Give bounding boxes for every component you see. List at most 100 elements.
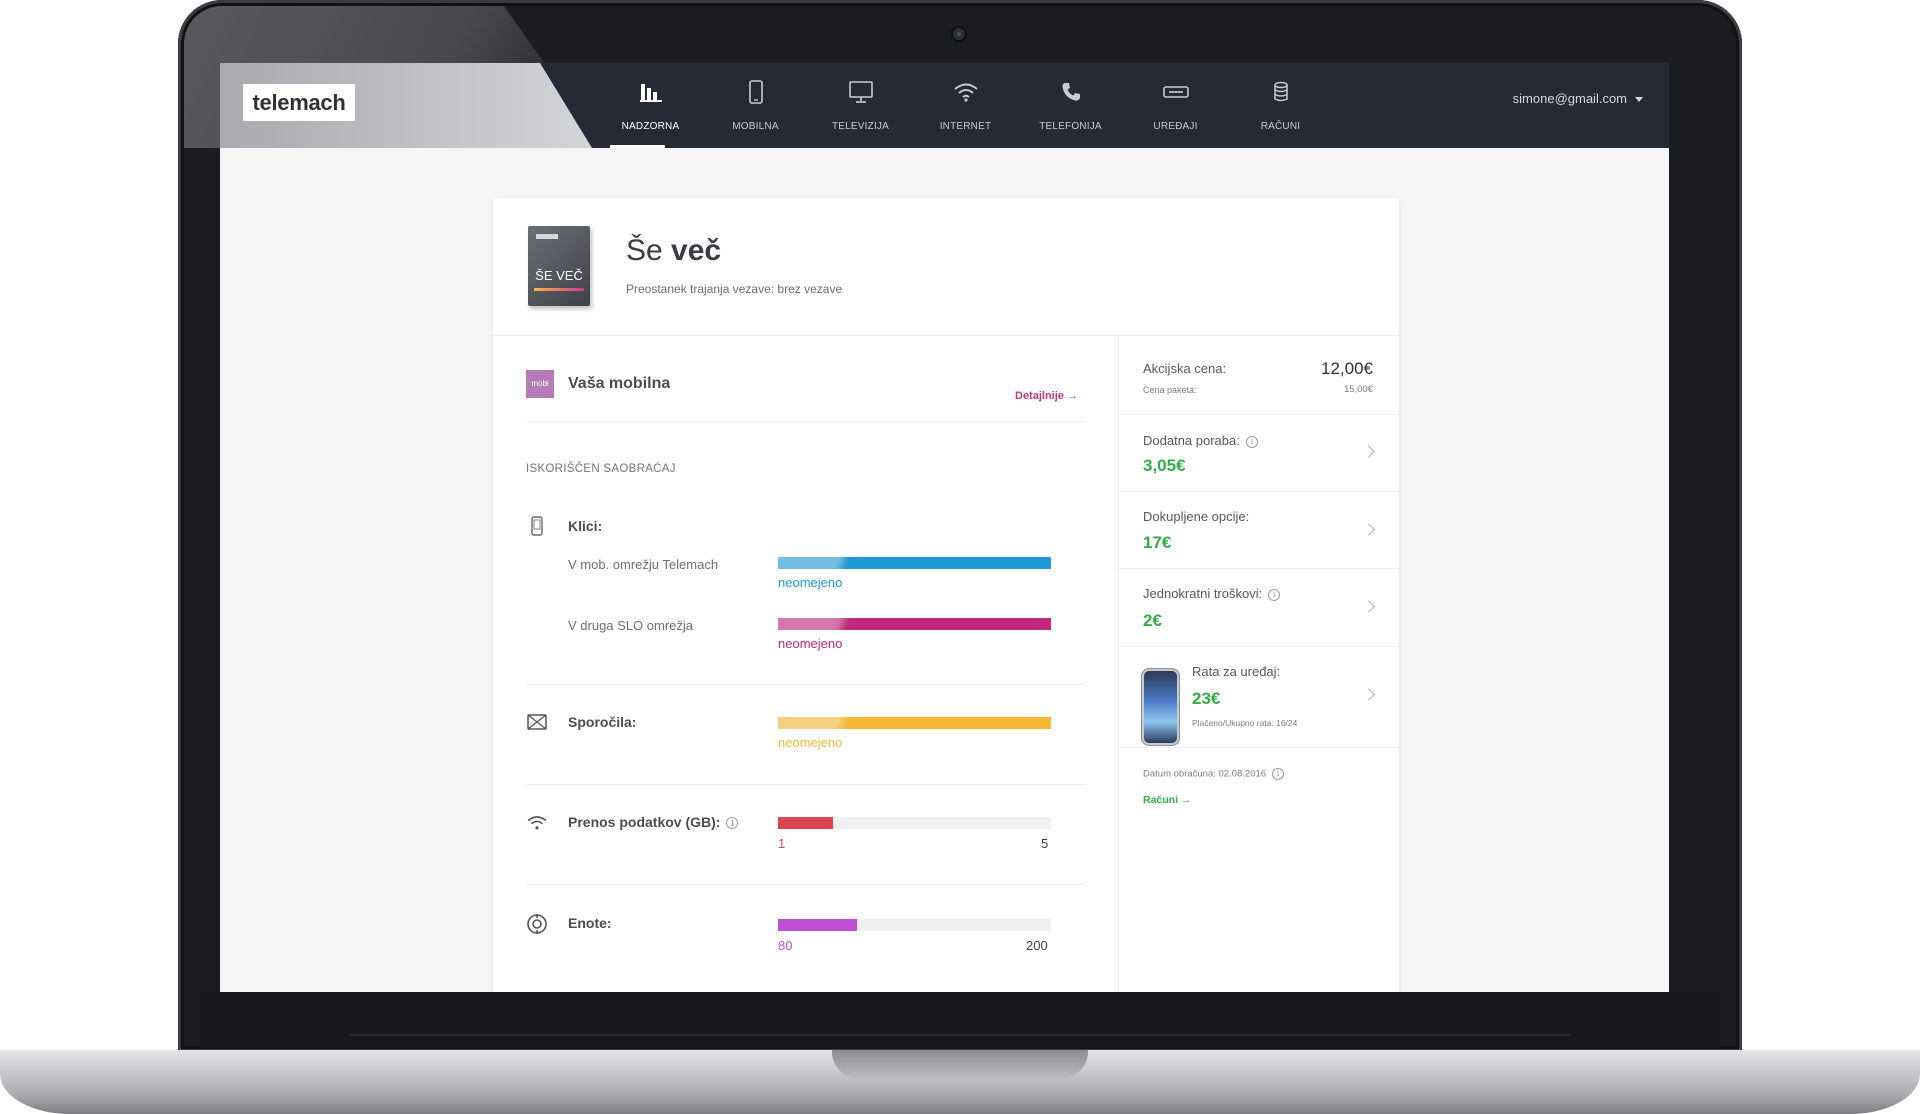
user-menu[interactable]: simone@gmail.com xyxy=(1513,91,1643,106)
telemach-logo[interactable]: telemach xyxy=(243,84,355,121)
one-time-costs-block[interactable]: Jednokratni troškovi: i 2€ xyxy=(1119,568,1399,647)
calls-telemach-label: V mob. omrežju Telemach xyxy=(568,557,719,572)
mobi-badge: mobi xyxy=(526,370,554,398)
data-title-text: Prenos podatkov (GB): xyxy=(568,814,721,830)
units-title: Enote: xyxy=(568,915,612,931)
promo-price-label: Akcijska cena: xyxy=(1143,361,1227,376)
options-block[interactable]: Dokupljene opcije: 17€ xyxy=(1119,491,1399,569)
extra-usage-label-text: Dodatna poraba: xyxy=(1143,433,1240,448)
chevron-right-icon xyxy=(1362,688,1375,701)
box-logo xyxy=(536,234,558,239)
calls-slo-bar-fill xyxy=(778,618,1051,630)
promo-price: 12,00€ xyxy=(1321,359,1373,378)
nav-item-televizija[interactable]: TELEVIZIJA xyxy=(808,63,913,148)
data-used: 1 xyxy=(778,836,786,851)
chevron-right-icon xyxy=(1362,600,1375,613)
extra-usage-label: Dodatna poraba: i xyxy=(1143,433,1258,448)
nav-item-mobilna[interactable]: MOBILNA xyxy=(703,63,808,148)
calls-telemach-value: neomejeno xyxy=(778,575,843,590)
nav-label: UREĐAJI xyxy=(1153,121,1198,132)
one-time-label: Jednokratni troškovi: i xyxy=(1143,586,1281,601)
calls-telemach-bar-fill xyxy=(778,557,1051,569)
mobile-phone-icon xyxy=(526,515,548,537)
bills-link[interactable]: Računi → xyxy=(1143,794,1191,806)
info-icon[interactable]: i xyxy=(1268,588,1281,601)
nav-label: RAČUNI xyxy=(1260,121,1301,132)
package-box-image: ŠE VEČ xyxy=(528,226,590,306)
nav-label: TELEVIZIJA xyxy=(831,121,889,132)
bar-chart-icon xyxy=(598,79,703,105)
nav-label: MOBILNA xyxy=(732,121,779,132)
main-nav: NADZORNA MOBILNA TELEVIZIJA INTERNET TEL… xyxy=(598,63,1333,148)
user-email: simone@gmail.com xyxy=(1512,91,1627,106)
data-title: Prenos podatkov (GB): i xyxy=(568,814,739,830)
package-card: ŠE VEČ Še več Preostanek trajanja vezave… xyxy=(493,198,1399,992)
package-price: 15,00€ xyxy=(1343,384,1373,395)
top-navigation-bar: telemach NADZORNA MOBILNA TELEVIZIJA INT… xyxy=(220,63,1669,148)
nav-item-internet[interactable]: INTERNET xyxy=(913,63,1018,148)
chevron-right-icon xyxy=(1362,523,1375,536)
units-bar xyxy=(778,919,1051,931)
billing-date: Datum obračuna: 02.08.2016 i xyxy=(1143,768,1285,780)
bottom-bezel xyxy=(200,992,1720,1048)
info-icon[interactable]: i xyxy=(726,817,739,830)
data-bar xyxy=(778,817,1051,829)
divider xyxy=(526,684,1085,685)
units-total: 200 xyxy=(1026,938,1048,953)
package-title-light: Še xyxy=(626,234,663,267)
nav-item-uredaji[interactable]: UREĐAJI xyxy=(1123,63,1228,148)
phone-image xyxy=(1144,671,1177,743)
data-bar-fill xyxy=(778,817,833,829)
units-used: 80 xyxy=(778,938,793,953)
calls-slo-value: neomejeno xyxy=(778,636,843,651)
one-time-value: 2€ xyxy=(1143,611,1162,630)
sms-value: neomejeno xyxy=(778,735,843,750)
nav-label: INTERNET xyxy=(939,121,992,132)
nav-item-nadzorna[interactable]: NADZORNA xyxy=(598,63,703,148)
calls-title: Klici: xyxy=(568,518,603,534)
extra-usage-value: 3,05€ xyxy=(1143,456,1186,475)
box-stripe xyxy=(534,288,584,291)
options-label: Dokupljene opcije: xyxy=(1143,509,1250,524)
wifi-icon xyxy=(913,79,1018,105)
sms-bar xyxy=(778,717,1051,729)
extra-usage-block[interactable]: Dodatna poraba: i 3,05€ xyxy=(1119,414,1399,492)
camera-icon xyxy=(953,28,965,40)
promo-price-block: Akcijska cena: 12,00€ Cena paketa: 15,00… xyxy=(1119,335,1399,415)
divider xyxy=(526,884,1085,885)
sms-title: Sporočila: xyxy=(568,714,637,730)
data-total: 5 xyxy=(1041,836,1049,851)
calls-slo-label: V druga SLO omrežja xyxy=(568,618,694,633)
costs-panel: Akcijska cena: 12,00€ Cena paketa: 15,00… xyxy=(1119,335,1399,992)
divider xyxy=(526,421,1085,422)
device-label: Rata za uređaj: xyxy=(1192,664,1281,679)
device-installments: Plačeno/Ukupno rata: 16/24 xyxy=(1192,718,1298,728)
chevron-right-icon xyxy=(1362,445,1375,458)
wifi-icon xyxy=(526,812,548,834)
mobile-phone-icon xyxy=(703,79,808,105)
section-label: ISKORIŠČEN SAOBRAĆAJ xyxy=(526,463,676,475)
nav-item-telefonija[interactable]: TELEFONIJA xyxy=(1018,63,1123,148)
nav-item-racuni[interactable]: RAČUNI xyxy=(1228,63,1333,148)
details-link[interactable]: Detajlnije → xyxy=(1015,390,1078,402)
screen: telemach NADZORNA MOBILNA TELEVIZIJA INT… xyxy=(220,63,1669,992)
package-title: Še več xyxy=(626,234,721,268)
device-value: 23€ xyxy=(1192,689,1221,708)
package-title-bold: več xyxy=(671,234,722,267)
nav-label: NADZORNA xyxy=(621,121,680,132)
billing-date-text: Datum obračuna: 02.08.2016 xyxy=(1143,768,1267,780)
coins-icon xyxy=(1228,79,1333,105)
units-bar-fill xyxy=(778,919,858,931)
divider xyxy=(526,784,1085,785)
options-value: 17€ xyxy=(1143,533,1172,552)
package-subtitle: Preostanek trajanja vezave: brez vezave xyxy=(626,282,843,296)
chevron-down-icon xyxy=(1635,97,1643,103)
info-icon[interactable]: i xyxy=(1272,768,1285,780)
target-icon xyxy=(526,913,548,935)
device-installment-block[interactable]: Rata za uređaj: 23€ Plačeno/Ukupno rata:… xyxy=(1119,646,1399,748)
info-icon[interactable]: i xyxy=(1245,435,1258,448)
laptop-notch xyxy=(832,1050,1088,1078)
sms-bar-fill xyxy=(778,717,1051,729)
usage-panel: mobi Vaša mobilna Detajlnije → ISKORIŠČE… xyxy=(493,335,1119,992)
mobile-title: Vaša mobilna xyxy=(568,375,671,392)
